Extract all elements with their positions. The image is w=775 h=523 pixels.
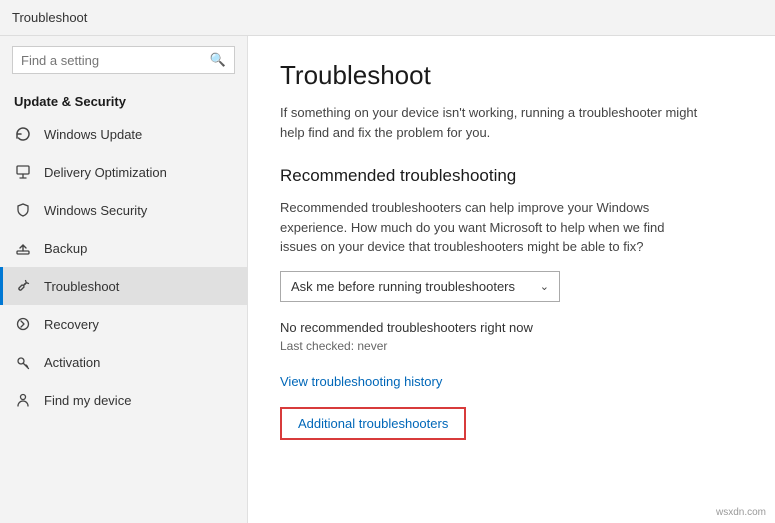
- sidebar-item-label: Activation: [44, 355, 100, 370]
- backup-icon: [14, 239, 32, 257]
- content-area: Troubleshoot If something on your device…: [248, 36, 775, 523]
- sidebar-item-troubleshoot[interactable]: Troubleshoot: [0, 267, 247, 305]
- wrench-icon: [14, 277, 32, 295]
- search-box[interactable]: 🔍: [12, 46, 235, 74]
- sidebar-item-label: Windows Security: [44, 203, 147, 218]
- recovery-icon: [14, 315, 32, 333]
- sidebar-item-activation[interactable]: Activation: [0, 343, 247, 381]
- shield-icon: [14, 201, 32, 219]
- sidebar-item-windows-security[interactable]: Windows Security: [0, 191, 247, 229]
- download-icon: [14, 163, 32, 181]
- sidebar-item-label: Find my device: [44, 393, 131, 408]
- additional-troubleshooters-button[interactable]: Additional troubleshooters: [280, 407, 466, 440]
- troubleshoot-dropdown[interactable]: Ask me before running troubleshooters ⌄: [280, 271, 560, 302]
- chevron-down-icon: ⌄: [540, 280, 549, 293]
- recommended-desc: Recommended troubleshooters can help imp…: [280, 198, 700, 257]
- watermark: wsxdn.com: [713, 506, 769, 519]
- sidebar-item-label: Troubleshoot: [44, 279, 119, 294]
- person-icon: [14, 391, 32, 409]
- sidebar-item-delivery-optimization[interactable]: Delivery Optimization: [0, 153, 247, 191]
- last-checked-text: Last checked: never: [280, 339, 743, 353]
- search-icon: 🔍: [210, 52, 226, 68]
- search-input[interactable]: [21, 53, 210, 68]
- page-title: Troubleshoot: [280, 60, 743, 91]
- refresh-icon: [14, 125, 32, 143]
- key-icon: [14, 353, 32, 371]
- status-text: No recommended troubleshooters right now: [280, 320, 743, 335]
- sidebar-item-recovery[interactable]: Recovery: [0, 305, 247, 343]
- sidebar-item-find-my-device[interactable]: Find my device: [0, 381, 247, 419]
- view-history-link[interactable]: View troubleshooting history: [280, 374, 442, 389]
- sidebar-item-label: Delivery Optimization: [44, 165, 167, 180]
- main-layout: 🔍 Update & Security Windows Update Deliv…: [0, 36, 775, 523]
- title-bar-text: Troubleshoot: [12, 10, 87, 25]
- sidebar-item-label: Recovery: [44, 317, 99, 332]
- recommended-title: Recommended troubleshooting: [280, 166, 743, 186]
- title-bar: Troubleshoot: [0, 0, 775, 36]
- section-label: Update & Security: [0, 84, 247, 115]
- sidebar-item-windows-update[interactable]: Windows Update: [0, 115, 247, 153]
- sidebar: 🔍 Update & Security Windows Update Deliv…: [0, 36, 248, 523]
- sidebar-item-label: Windows Update: [44, 127, 142, 142]
- page-subtitle: If something on your device isn't workin…: [280, 103, 700, 142]
- sidebar-item-label: Backup: [44, 241, 87, 256]
- dropdown-value: Ask me before running troubleshooters: [291, 279, 515, 294]
- sidebar-item-backup[interactable]: Backup: [0, 229, 247, 267]
